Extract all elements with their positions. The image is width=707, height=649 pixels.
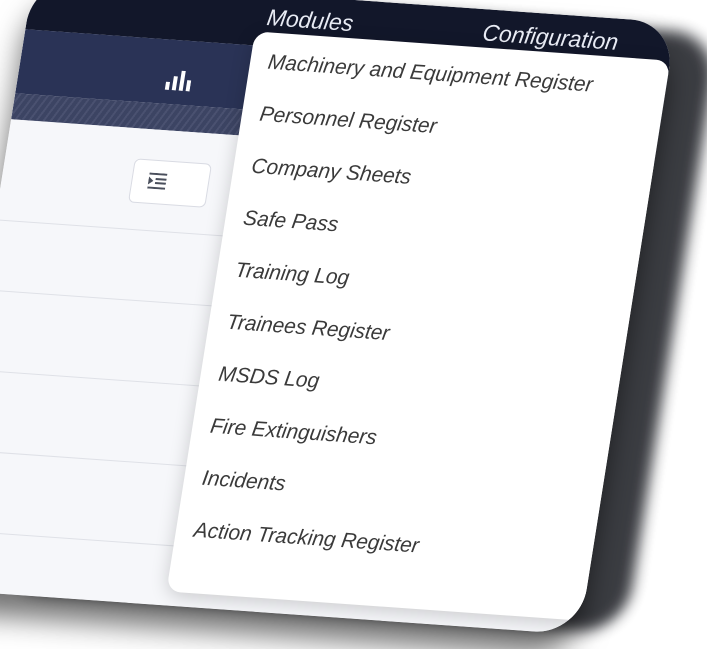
bar-chart-icon[interactable] xyxy=(164,70,193,92)
menu-item-training-log[interactable]: Training Log xyxy=(233,259,351,291)
menu-item-msds-log[interactable]: MSDS Log xyxy=(217,363,321,394)
menu-item-machinery-equipment-register[interactable]: Machinery and Equipment Register xyxy=(266,51,594,98)
indent-icon xyxy=(147,172,168,190)
app-window: Modules Configuration Machinery and Equi… xyxy=(0,0,677,635)
sidebar-toggle-button[interactable] xyxy=(127,158,213,208)
menu-item-incidents[interactable]: Incidents xyxy=(200,467,287,497)
menu-item-personnel-register[interactable]: Personnel Register xyxy=(258,103,438,139)
menu-item-company-sheets[interactable]: Company Sheets xyxy=(250,155,413,190)
modules-dropdown-menu: Machinery and Equipment Register Personn… xyxy=(166,31,671,621)
menu-item-fire-extinguishers[interactable]: Fire Extinguishers xyxy=(209,415,379,451)
menu-item-safe-pass[interactable]: Safe Pass xyxy=(241,207,340,238)
menu-item-action-tracking-register[interactable]: Action Tracking Register xyxy=(192,519,420,559)
menu-item-trainees-register[interactable]: Trainees Register xyxy=(225,311,391,346)
